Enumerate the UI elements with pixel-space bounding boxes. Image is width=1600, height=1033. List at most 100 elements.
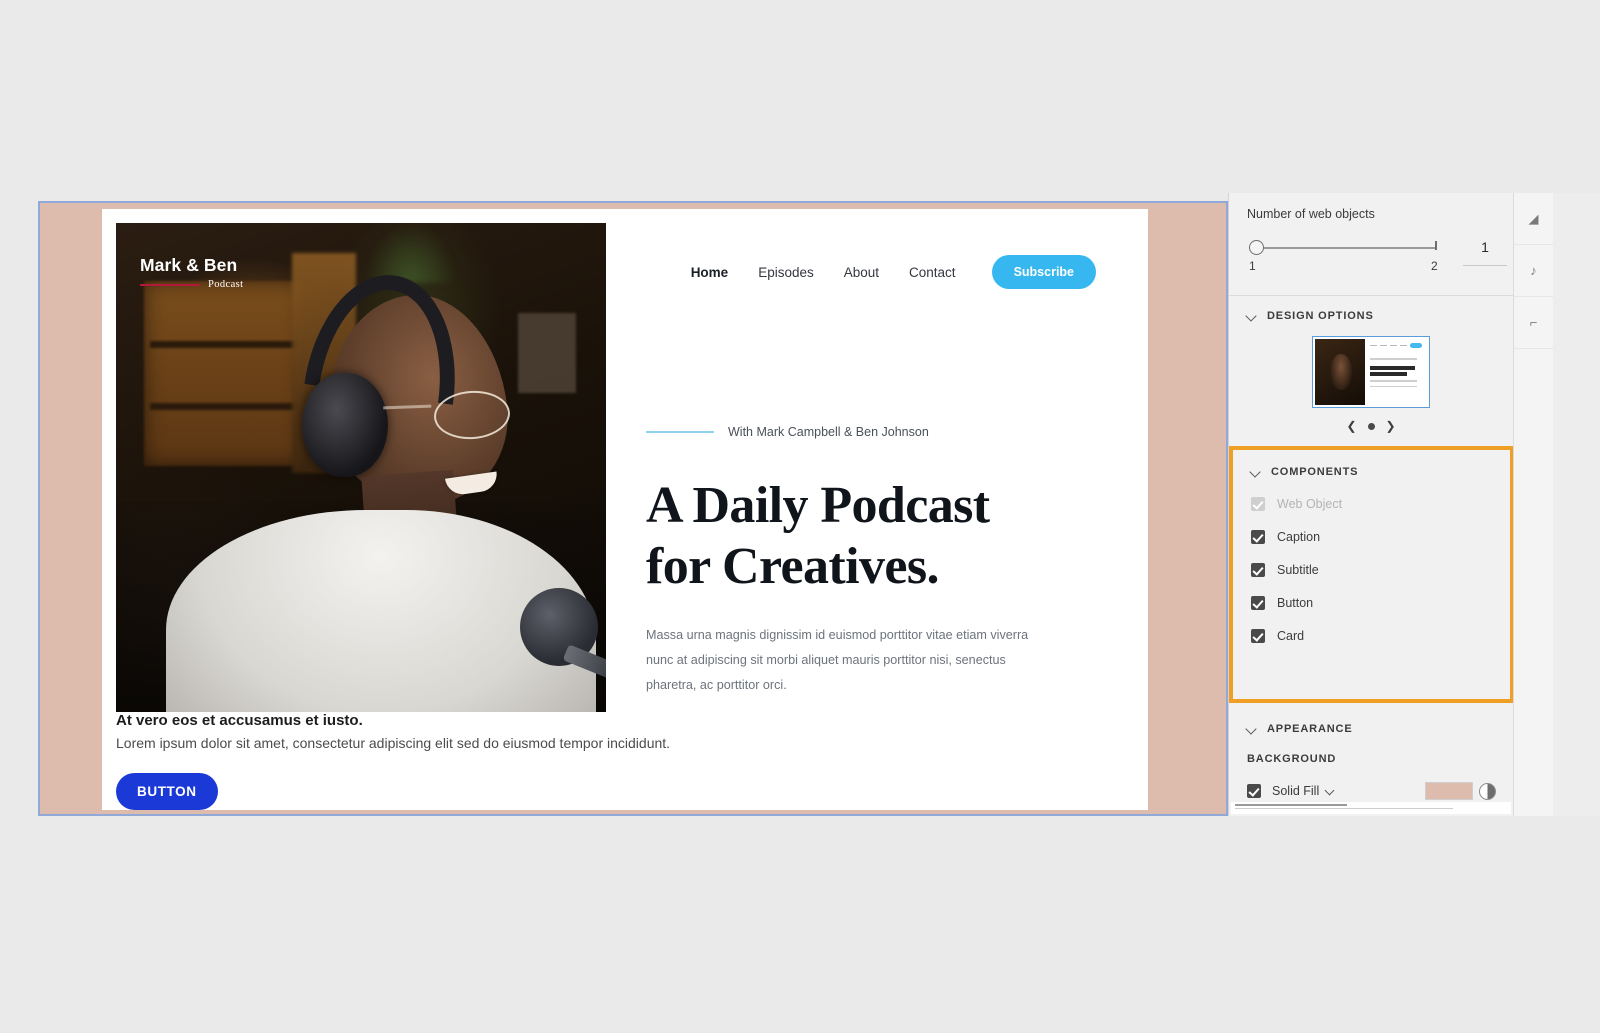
slider-track[interactable]: [1264, 247, 1436, 249]
appearance-header[interactable]: APPEARANCE: [1247, 723, 1496, 735]
solid-fill-row[interactable]: Solid Fill: [1247, 782, 1496, 800]
components-title: COMPONENTS: [1271, 466, 1359, 478]
appearance-section: APPEARANCE BACKGROUND Solid Fill: [1229, 709, 1514, 816]
checkbox-caption[interactable]: [1251, 530, 1265, 544]
component-row-web-object[interactable]: Web Object: [1251, 497, 1492, 511]
slider-min-label: 1: [1249, 259, 1256, 273]
component-row-caption[interactable]: Caption: [1251, 530, 1492, 544]
photo-picture-frame: [518, 313, 576, 393]
photo-plant: [366, 223, 456, 283]
thumbnail-body-2: [1370, 385, 1417, 387]
thumbnail-nav-item: [1380, 344, 1387, 347]
text-icon[interactable]: ⌐: [1514, 297, 1553, 349]
fill-color-swatch[interactable]: [1425, 782, 1473, 800]
component-label-caption: Caption: [1277, 530, 1321, 544]
components-header[interactable]: COMPONENTS: [1251, 466, 1492, 478]
checkbox-card[interactable]: [1251, 629, 1265, 643]
component-row-subtitle[interactable]: Subtitle: [1251, 563, 1492, 577]
web-objects-value-field[interactable]: 1: [1463, 239, 1507, 266]
web-objects-section: Number of web objects 1 2 1: [1229, 193, 1513, 295]
eyebrow-text: With Mark Campbell & Ben Johnson: [728, 425, 929, 439]
design-options-section: DESIGN OPTIONS ❮ ❯: [1229, 295, 1513, 814]
properties-panel: Number of web objects 1 2 1 DESIGN OPTIO…: [1228, 193, 1514, 816]
headline-line-1: A Daily Podcast: [646, 477, 990, 534]
card-caption: At vero eos et accusamus et iusto.: [116, 712, 363, 729]
nav-link-about[interactable]: About: [844, 265, 879, 280]
shapes-icon[interactable]: ◢: [1514, 193, 1553, 245]
tool-strip: ◢ ♪ ⌐: [1513, 193, 1553, 816]
hero-section: Mark & Ben Podcast Home Episodes About C…: [116, 223, 1134, 712]
chevron-down-icon: [1247, 311, 1257, 321]
photo-shelf: [144, 281, 304, 466]
appearance-title: APPEARANCE: [1267, 723, 1353, 735]
headline-line-2: for Creatives.: [646, 538, 940, 596]
site-logo[interactable]: Mark & Ben Podcast: [140, 255, 243, 290]
site-nav: Home Episodes About Contact Subscribe: [691, 255, 1096, 289]
nav-link-episodes[interactable]: Episodes: [758, 265, 814, 280]
chevron-down-icon: [1247, 724, 1257, 734]
app-root: Mark & Ben Podcast Home Episodes About C…: [0, 0, 1600, 1033]
hero-photo: Mark & Ben Podcast: [116, 223, 606, 712]
design-options-header[interactable]: DESIGN OPTIONS: [1247, 310, 1495, 322]
eyebrow-rule: [646, 431, 714, 433]
background-label: BACKGROUND: [1247, 753, 1337, 765]
thumbnail-cta: [1410, 343, 1422, 348]
checkbox-button[interactable]: [1251, 596, 1265, 610]
web-objects-slider[interactable]: 1 2 1: [1247, 237, 1507, 279]
chevron-down-icon[interactable]: [1326, 787, 1335, 796]
chevron-left-icon[interactable]: ❮: [1346, 420, 1356, 432]
checkbox-subtitle[interactable]: [1251, 563, 1265, 577]
components-section: COMPONENTS Web Object Caption Subtitle B…: [1229, 446, 1514, 703]
logo-rule: [140, 283, 200, 286]
thumbnail-headline-1: [1370, 365, 1415, 370]
solid-fill-label: Solid Fill: [1272, 784, 1320, 798]
hero-eyebrow: With Mark Campbell & Ben Johnson: [646, 425, 929, 439]
thumbnail-nav-item: [1390, 344, 1397, 347]
thumbnail-body-1: [1370, 380, 1417, 382]
component-row-button[interactable]: Button: [1251, 596, 1492, 610]
microphone-icon: [520, 588, 598, 666]
slider-max-tick: [1435, 241, 1437, 250]
design-option-thumbnail[interactable]: [1231, 336, 1511, 814]
subscribe-button[interactable]: Subscribe: [991, 255, 1096, 289]
card-subtitle: Lorem ipsum dolor sit amet, consectetur …: [116, 735, 671, 751]
web-object-preview[interactable]: Mark & Ben Podcast Home Episodes About C…: [102, 209, 1148, 810]
opacity-dial-icon[interactable]: [1479, 782, 1496, 800]
thumbnail-photo: [1315, 339, 1365, 405]
logo-title: Mark & Ben: [140, 255, 238, 275]
component-label-button: Button: [1277, 596, 1314, 610]
component-label-subtitle: Subtitle: [1277, 563, 1319, 577]
component-row-card[interactable]: Card: [1251, 629, 1492, 643]
carousel-dot-icon[interactable]: [1367, 422, 1375, 430]
card-button[interactable]: BUTTON: [116, 773, 218, 810]
checkbox-solid-fill[interactable]: [1247, 784, 1261, 798]
note-icon[interactable]: ♪: [1514, 245, 1553, 297]
slider-max-label: 2: [1431, 259, 1438, 273]
thumbnail-content: [1365, 339, 1427, 405]
design-options-title: DESIGN OPTIONS: [1267, 310, 1374, 322]
thumbnail-nav-item: [1370, 344, 1377, 347]
headphones-earcup-icon: [302, 373, 388, 477]
hero-body-text: Massa urna magnis dignissim id euismod p…: [646, 628, 1029, 693]
card-component: At vero eos et accusamus et iusto. Lorem…: [116, 712, 1134, 810]
thumbnail-nav-item: [1400, 344, 1407, 347]
slider-handle[interactable]: [1249, 240, 1264, 255]
hero-headline: A Daily Podcast for Creatives.: [646, 475, 1066, 598]
nav-link-home[interactable]: Home: [691, 265, 729, 280]
logo-subtitle: Podcast: [208, 279, 244, 290]
components-inner: COMPONENTS Web Object Caption Subtitle B…: [1233, 450, 1510, 643]
web-objects-label: Number of web objects: [1247, 207, 1375, 221]
thumbnail-nav: [1370, 343, 1422, 348]
component-label-card: Card: [1277, 629, 1305, 643]
checkbox-web-object: [1251, 497, 1265, 511]
right-edge-filler: [1553, 193, 1600, 816]
thumbnail-headline-2: [1370, 372, 1408, 376]
nav-link-contact[interactable]: Contact: [909, 265, 956, 280]
design-options-carousel: ❮ ❯: [1247, 420, 1495, 432]
chevron-right-icon[interactable]: ❯: [1386, 420, 1396, 432]
component-label-web-object: Web Object: [1277, 497, 1343, 511]
design-canvas[interactable]: Mark & Ben Podcast Home Episodes About C…: [38, 201, 1228, 816]
logo-subtitle-row: Podcast: [140, 279, 243, 290]
chevron-down-icon: [1251, 467, 1261, 477]
hero-copy: Home Episodes About Contact Subscribe Wi…: [606, 223, 1134, 712]
